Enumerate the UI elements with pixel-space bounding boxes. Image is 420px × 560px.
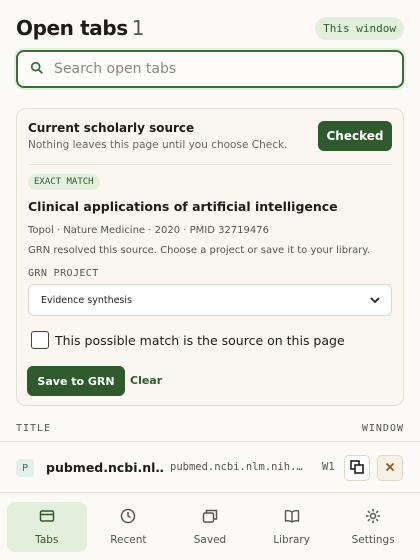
match-note: GRN resolved this source. Choose a proje… xyxy=(28,245,371,256)
nav-label-saved: Saved xyxy=(193,534,227,546)
page-title: Open tabs 1 xyxy=(16,16,145,40)
save-to-grn-button[interactable]: Save to GRN xyxy=(27,366,125,396)
column-title[interactable]: TITLE xyxy=(16,423,51,434)
tab-count: 1 xyxy=(131,16,145,40)
nav-recent[interactable]: Recent xyxy=(88,502,168,552)
nav-label-tabs: Tabs xyxy=(35,534,59,546)
column-window[interactable]: WINDOW xyxy=(362,423,404,434)
nav-saved[interactable]: Saved xyxy=(170,502,250,552)
close-icon xyxy=(383,460,397,477)
source-card-header: Current scholarly source Nothing leaves … xyxy=(28,119,392,165)
switch-window-icon xyxy=(350,459,364,477)
search-icon xyxy=(30,60,44,79)
nav-label-library: Library xyxy=(273,534,310,546)
confirm-match-checkbox[interactable] xyxy=(31,331,49,349)
project-select-value: Evidence synthesis xyxy=(41,294,132,306)
clear-button[interactable]: Clear xyxy=(130,374,162,387)
confirm-match-row[interactable]: This possible match is the source on thi… xyxy=(31,331,345,349)
book-icon xyxy=(284,508,300,534)
search-input[interactable] xyxy=(54,61,374,77)
header: Open tabs 1 This window xyxy=(16,14,404,42)
divider xyxy=(28,164,392,165)
tab-list-header: TITLE WINDOW xyxy=(16,423,404,434)
window-scope-button[interactable]: This window xyxy=(315,16,404,40)
tab-row[interactable]: P pubmed.ncbi.nl… pubmed.ncbi.nlm.nih.… … xyxy=(0,444,420,492)
bottom-nav: Tabs Recent Saved Library Settings xyxy=(0,498,420,560)
search-box[interactable] xyxy=(16,50,404,88)
nav-tabs[interactable]: Tabs xyxy=(6,502,87,552)
match-meta: Topol · Nature Medicine · 2020 · PMID 32… xyxy=(28,225,269,236)
nav-label-recent: Recent xyxy=(110,534,147,546)
chevron-down-icon xyxy=(369,291,381,310)
checked-button[interactable]: Checked xyxy=(318,121,392,151)
close-tab-button[interactable] xyxy=(377,455,403,481)
clock-icon xyxy=(120,508,136,534)
confirm-match-label[interactable]: This possible match is the source on thi… xyxy=(55,333,345,348)
tab-url: pubmed.ncbi.nlm.nih.… xyxy=(170,461,303,473)
scholarly-source-card: Current scholarly source Nothing leaves … xyxy=(16,108,404,406)
nav-label-settings: Settings xyxy=(351,534,395,546)
favicon-icon: P xyxy=(16,459,34,477)
match-badge: EXACT MATCH xyxy=(28,174,100,190)
focus-tab-button[interactable] xyxy=(344,455,370,481)
gear-icon xyxy=(365,508,381,534)
nav-library[interactable]: Library xyxy=(252,502,332,552)
match-title: Clinical applications of artificial inte… xyxy=(28,199,338,214)
page-title-text: Open tabs xyxy=(16,16,128,40)
tabs-icon xyxy=(39,508,55,534)
list-divider xyxy=(0,441,420,442)
row-divider xyxy=(0,492,420,493)
nav-settings[interactable]: Settings xyxy=(333,502,413,552)
tab-window: W1 xyxy=(322,461,335,473)
saved-icon xyxy=(202,508,218,534)
project-select[interactable]: Evidence synthesis xyxy=(28,284,392,316)
project-label: GRN PROJECT xyxy=(28,268,99,279)
tab-title[interactable]: pubmed.ncbi.nl… xyxy=(46,460,164,475)
